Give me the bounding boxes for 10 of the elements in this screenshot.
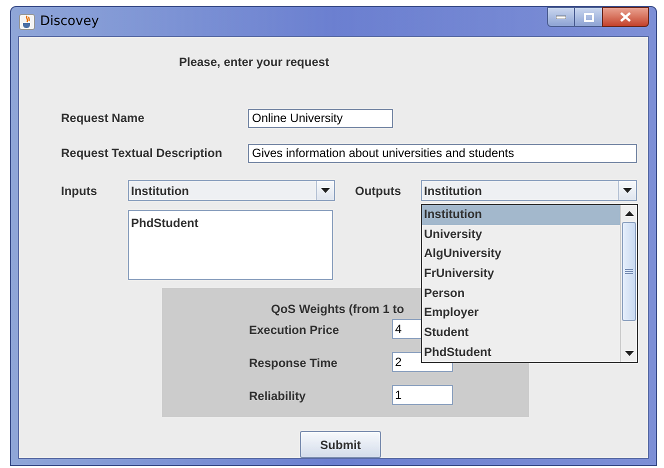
inputs-label: Inputs xyxy=(61,182,98,200)
weight-label: Execution Price xyxy=(249,322,340,340)
outputs-label: Outputs xyxy=(355,182,402,200)
request-name-label: Request Name xyxy=(61,110,146,128)
weight-label: Reliability xyxy=(249,388,307,406)
heading: Please, enter your request xyxy=(179,54,330,70)
weight-label: Response Time xyxy=(249,355,338,372)
qos-title: QoS Weights (from 1 to xyxy=(271,302,404,316)
request-description-label: Request Textual Description xyxy=(61,145,224,162)
window-title: Discovey xyxy=(40,12,99,31)
